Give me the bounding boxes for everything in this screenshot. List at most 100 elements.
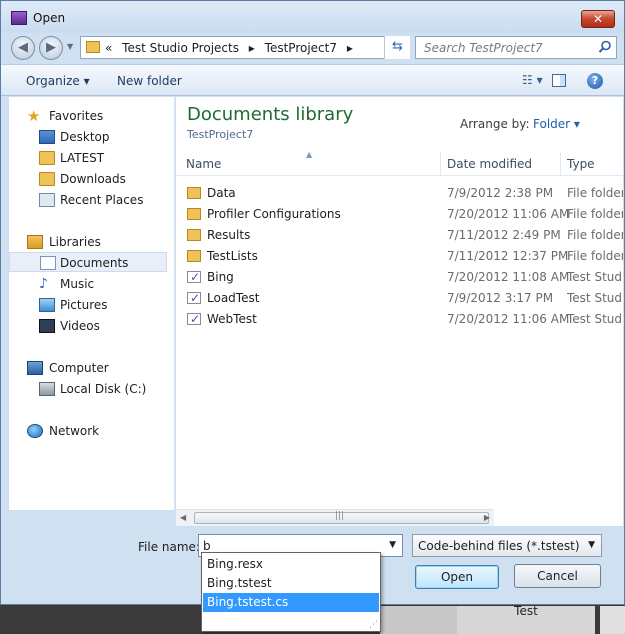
file-date: 7/9/2012 2:38 PM	[447, 186, 554, 200]
column-header-name[interactable]: Name	[186, 157, 221, 171]
nav-item-label: Recent Places	[60, 193, 144, 207]
file-row[interactable]: Bing 7/20/2012 11:08 AM Test Studio	[176, 267, 623, 288]
nav-item-label: Local Disk (C:)	[60, 382, 147, 396]
scrollbar-thumb[interactable]: |||	[194, 511, 489, 524]
column-divider[interactable]	[440, 152, 441, 176]
file-date: 7/20/2012 11:08 AM	[447, 270, 570, 284]
autocomplete-item-selected[interactable]: Bing.tstest.cs	[203, 593, 379, 612]
new-folder-button[interactable]: New folder	[117, 74, 182, 88]
file-date: 7/11/2012 2:49 PM	[447, 228, 561, 242]
breadcrumb-item[interactable]: TestProject7	[265, 41, 337, 55]
recent-places-icon	[39, 193, 55, 207]
nav-libraries[interactable]: Libraries	[9, 232, 167, 252]
scroll-right-icon[interactable]: ▶	[484, 513, 490, 522]
window-title: Open	[33, 11, 66, 25]
folder-icon	[187, 250, 201, 262]
nav-item-local-disk[interactable]: Local Disk (C:)	[9, 379, 167, 399]
file-row[interactable]: WebTest 7/20/2012 11:06 AM Test Studio	[176, 309, 623, 330]
file-type: File folder	[567, 249, 623, 263]
help-icon[interactable]: ?	[587, 73, 603, 89]
desktop-icon	[39, 130, 55, 144]
open-dialog: Open ✕ ◀ ▶ ▼ « Test Studio Projects ▸ Te…	[0, 0, 625, 605]
libraries-icon	[27, 235, 43, 249]
close-button[interactable]: ✕	[581, 10, 615, 28]
nav-item-recent-places[interactable]: Recent Places	[9, 190, 167, 210]
library-subtitle: TestProject7	[187, 128, 254, 141]
resize-grip-icon[interactable]: ⋰	[369, 620, 378, 630]
search-icon[interactable]	[598, 40, 612, 54]
nav-item-pictures[interactable]: Pictures	[9, 295, 167, 315]
recent-pages-dropdown[interactable]: ▼	[67, 42, 73, 51]
file-row[interactable]: Profiler Configurations 7/20/2012 11:06 …	[176, 204, 623, 225]
file-type: File folder	[567, 228, 623, 242]
horizontal-scrollbar[interactable]: ◀ ||| ▶	[176, 509, 494, 526]
preview-pane-icon[interactable]	[552, 74, 566, 87]
nav-favorites[interactable]: ★ Favorites	[9, 106, 167, 126]
breadcrumb-separator[interactable]: ▸	[347, 41, 353, 55]
file-name: Bing	[207, 270, 234, 284]
nav-item-music[interactable]: ♪ Music	[9, 274, 167, 294]
autocomplete-item[interactable]: Bing.resx	[203, 555, 379, 574]
column-header-date[interactable]: Date modified	[447, 157, 532, 171]
arrange-by-dropdown[interactable]: Folder ▾	[533, 117, 580, 131]
file-row[interactable]: Data 7/9/2012 2:38 PM File folder	[176, 183, 623, 204]
file-type-select[interactable]: Code-behind files (*.tstest) ▼	[412, 534, 602, 557]
file-name: Data	[207, 186, 236, 200]
nav-item-desktop[interactable]: Desktop	[9, 127, 167, 147]
file-row[interactable]: LoadTest 7/9/2012 3:17 PM Test Studio	[176, 288, 623, 309]
nav-item-label: Documents	[60, 256, 129, 270]
title-bar[interactable]: Open ✕	[1, 1, 624, 33]
downloads-icon	[39, 172, 55, 186]
chevron-down-icon[interactable]: ▼	[389, 540, 396, 550]
organize-button[interactable]: Organize ▾	[26, 74, 90, 88]
column-header-type[interactable]: Type	[567, 157, 595, 171]
nav-item-latest[interactable]: LATEST	[9, 148, 167, 168]
documents-icon	[40, 256, 56, 270]
search-input[interactable]: Search TestProject7	[415, 36, 617, 59]
nav-network-label: Network	[49, 424, 100, 438]
background-test-tab[interactable]: Test	[457, 605, 595, 634]
nav-item-downloads[interactable]: Downloads	[9, 169, 167, 189]
navigation-pane: ★ Favorites Desktop LATEST Downloads Rec…	[9, 97, 175, 510]
file-type: Test Studio	[567, 312, 623, 326]
nav-network[interactable]: Network	[9, 421, 167, 441]
test-file-icon	[187, 267, 201, 288]
local-disk-icon	[39, 382, 55, 396]
file-row[interactable]: TestLists 7/11/2012 12:37 PM File folder	[176, 246, 623, 267]
refresh-icon: ⇆	[392, 39, 403, 54]
library-title: Documents library	[187, 104, 354, 125]
nav-item-label: Desktop	[60, 130, 110, 144]
breadcrumb-separator[interactable]: ▸	[249, 41, 255, 55]
nav-libraries-label: Libraries	[49, 235, 101, 249]
nav-item-documents[interactable]: Documents	[9, 252, 167, 272]
scroll-corner	[494, 509, 623, 526]
grip-icon: |||	[335, 511, 345, 521]
nav-item-videos[interactable]: Videos	[9, 316, 167, 336]
file-name: TestLists	[207, 249, 258, 263]
open-button[interactable]: Open	[415, 565, 499, 589]
breadcrumb-overflow[interactable]: «	[105, 41, 112, 55]
folder-icon	[187, 229, 201, 241]
file-name-label: File name:	[138, 540, 200, 554]
cancel-button[interactable]: Cancel	[514, 564, 601, 588]
nav-favorites-label: Favorites	[49, 109, 104, 123]
app-icon	[11, 11, 27, 25]
column-divider[interactable]	[560, 152, 561, 176]
nav-computer[interactable]: Computer	[9, 358, 167, 378]
forward-button[interactable]: ▶	[39, 36, 63, 60]
file-name: Profiler Configurations	[207, 207, 341, 221]
breadcrumb: « Test Studio Projects ▸ TestProject7 ▸	[105, 41, 359, 55]
file-type: File folder	[567, 207, 623, 221]
refresh-button[interactable]: ⇆	[384, 36, 410, 59]
back-button[interactable]: ◀	[11, 36, 35, 60]
change-view-icon[interactable]: ☷ ▾	[522, 73, 548, 89]
nav-computer-label: Computer	[49, 361, 109, 375]
test-file-icon	[187, 309, 201, 330]
breadcrumb-item[interactable]: Test Studio Projects	[122, 41, 239, 55]
scroll-left-icon[interactable]: ◀	[180, 513, 186, 522]
autocomplete-item[interactable]: Bing.tstest	[203, 574, 379, 593]
file-date: 7/20/2012 11:06 AM	[447, 312, 570, 326]
search-placeholder: Search TestProject7	[424, 41, 543, 55]
address-bar[interactable]: « Test Studio Projects ▸ TestProject7 ▸ …	[80, 36, 410, 59]
file-row[interactable]: Results 7/11/2012 2:49 PM File folder	[176, 225, 623, 246]
